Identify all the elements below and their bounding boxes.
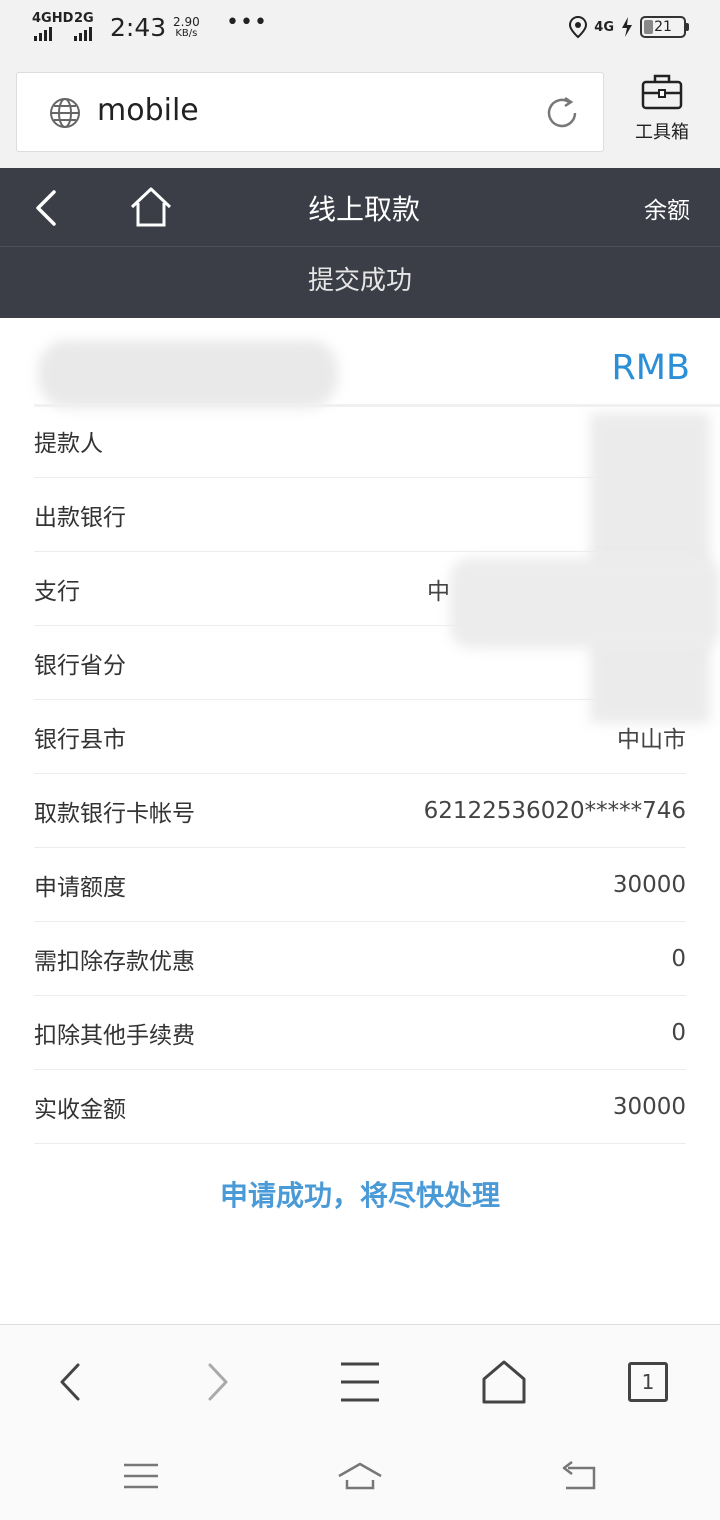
row-value: 0: [671, 1019, 686, 1046]
menu-icon[interactable]: [335, 1357, 385, 1407]
speed-unit: KB/s: [175, 28, 198, 39]
network-speed: 2.90 KB/s: [173, 16, 200, 40]
submit-status-banner: 提交成功: [0, 246, 720, 318]
sys-menu-icon[interactable]: [118, 1456, 164, 1496]
row-other-fees: 扣除其他手续费 0: [34, 996, 686, 1070]
reload-icon[interactable]: [543, 94, 581, 132]
row-deposit-bonus-deduction: 需扣除存款优惠 0: [34, 922, 686, 996]
app-header: 线上取款 余额: [0, 168, 720, 246]
row-withdrawer: 提款人: [34, 404, 686, 478]
sys-home-icon[interactable]: [337, 1456, 383, 1496]
row-label: 支行: [34, 578, 80, 605]
row-requested-amount: 申请额度 30000: [34, 848, 686, 922]
currency-label: RMB: [611, 348, 690, 388]
right-network-type: 4G: [594, 19, 614, 35]
row-payout-bank: 出款银行: [34, 478, 686, 552]
more-notifications: •••: [226, 10, 268, 35]
row-label: 提款人: [34, 430, 103, 457]
address-bar[interactable]: mobile: [16, 72, 604, 152]
signal-bars-1: [34, 27, 52, 41]
signal-bars-2: [74, 27, 92, 41]
sys-back-icon[interactable]: [556, 1456, 602, 1496]
network-type-1: 4GHD: [32, 11, 74, 26]
network-type-2: 2G: [74, 11, 94, 26]
row-label: 取款银行卡帐号: [34, 800, 195, 827]
tabs-icon[interactable]: 1: [623, 1357, 673, 1407]
browser-bottom-nav: 1: [0, 1324, 720, 1438]
row-value: 0: [671, 945, 686, 972]
row-label: 银行省分: [34, 652, 126, 679]
url-text[interactable]: mobile: [97, 93, 199, 128]
balance-link[interactable]: 余额: [644, 191, 690, 225]
speed-value: 2.90: [173, 15, 200, 29]
row-value: 30000: [612, 871, 686, 898]
row-value: 中山市: [617, 726, 686, 753]
globe-icon: [50, 98, 80, 128]
row-bank-city: 银行县市 中山市: [34, 700, 686, 774]
row-label: 需扣除存款优惠: [34, 948, 195, 975]
row-value: 30000: [612, 1093, 686, 1120]
row-label: 出款银行: [34, 504, 126, 531]
row-card-number: 取款银行卡帐号 62122536020*****746: [34, 774, 686, 848]
nav-forward-icon[interactable]: [192, 1357, 242, 1407]
row-bank-province: 银行省分: [34, 626, 686, 700]
toolbox-label: 工具箱: [635, 122, 689, 143]
toolbox-icon: [641, 74, 683, 110]
browser-toolbar: mobile 工具箱: [0, 58, 720, 168]
battery-level: 21: [654, 19, 672, 35]
nav-back-icon[interactable]: [46, 1357, 96, 1407]
row-label: 实收金额: [34, 1096, 126, 1123]
system-nav-bar: [0, 1438, 720, 1520]
row-label: 扣除其他手续费: [34, 1022, 195, 1049]
page-title: 线上取款: [307, 193, 420, 226]
nav-home-icon[interactable]: [479, 1357, 529, 1407]
location-icon: [569, 15, 588, 39]
row-value: 中: [427, 578, 450, 605]
details-list: 提款人 出款银行 支行 中 银行省分 银行县市 中山市 取款银行卡帐号 6212…: [34, 404, 686, 1144]
redacted-header-info: [38, 340, 338, 408]
row-net-amount: 实收金额 30000: [34, 1070, 686, 1144]
row-branch: 支行 中: [34, 552, 686, 626]
status-bar: 4GHD 2G 2:43 2.90 KB/s ••• 4G 21: [0, 0, 720, 58]
row-label: 申请额度: [34, 874, 126, 901]
row-label: 银行县市: [34, 726, 126, 753]
row-value: 62122536020*****746: [423, 797, 686, 824]
toolbox-button[interactable]: 工具箱: [622, 72, 702, 156]
charging-icon: [622, 17, 632, 37]
status-right: 4G 21: [568, 15, 689, 39]
tab-count: 1: [628, 1362, 668, 1402]
success-message: 申请成功，将尽快处理: [219, 1179, 500, 1212]
battery-icon: 21: [640, 16, 689, 38]
clock: 2:43: [110, 13, 167, 42]
withdrawal-details: RMB 提款人 出款银行 支行 中 银行省分 银行县市 中山市 取款银行卡帐号 …: [0, 318, 720, 1324]
